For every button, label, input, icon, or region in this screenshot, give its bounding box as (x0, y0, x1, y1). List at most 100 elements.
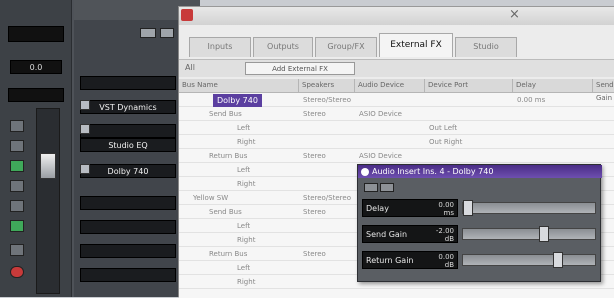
read-button[interactable] (10, 180, 24, 192)
input-slot[interactable] (8, 88, 64, 102)
insert-slot-5[interactable]: Dolby 740 (80, 164, 176, 178)
tab-group-fx[interactable]: Group/FX (315, 37, 377, 57)
audio-device-cell: ASIO Device (359, 152, 402, 160)
tab-inputs[interactable]: Inputs (189, 37, 251, 57)
table-row[interactable]: Left Out Left (179, 123, 614, 135)
window-titlebar: × (179, 7, 614, 25)
audio-device-cell: ASIO Device (359, 110, 402, 118)
device-port-cell: Out Left (429, 124, 458, 132)
bus-name: Right (237, 180, 256, 188)
record-button[interactable] (10, 266, 24, 278)
bus-name: Return Bus (209, 250, 248, 258)
column-header[interactable]: Bus Name (179, 79, 299, 93)
insert-slot-9[interactable] (80, 268, 176, 282)
channel-strip: 0.0 (0, 0, 72, 297)
insert-slot-7[interactable] (80, 220, 176, 234)
plugin-power-icon[interactable] (361, 168, 369, 176)
table-row[interactable]: Dolby 740 Stereo/Stereo 0.00 ms (179, 94, 614, 107)
channel-name-field[interactable] (8, 26, 64, 42)
table-row[interactable]: Return Bus Stereo ASIO Device (179, 151, 614, 163)
param-name: Send Gain (366, 230, 408, 239)
bus-name: Send Bus (209, 110, 242, 118)
table-row[interactable]: Right Out Right (179, 137, 614, 149)
speakers-cell: Stereo (303, 110, 326, 118)
plugin-title: Audio Insert Ins. 4 - Dolby 740 (358, 165, 602, 178)
vst-connections-window: × Inputs Outputs Group/FX External FX St… (178, 6, 614, 298)
param-value[interactable]: -2.00 dB (436, 227, 454, 243)
table-row[interactable]: Send Bus Stereo ASIO Device (179, 109, 614, 121)
param-value[interactable]: 0.00 ms (438, 201, 454, 217)
write-button[interactable] (10, 200, 24, 212)
bus-name: Return Bus (209, 152, 248, 160)
bus-name-badge: Dolby 740 (213, 94, 262, 107)
solo-button[interactable] (10, 140, 24, 152)
close-icon[interactable]: × (509, 7, 520, 22)
plugin-editor-window: Audio Insert Ins. 4 - Dolby 740 Delay 0.0… (357, 164, 602, 282)
param-slider[interactable] (462, 200, 596, 216)
column-header[interactable]: Audio Device (355, 79, 425, 93)
bus-name: Right (237, 278, 256, 286)
param-label: Return Gain 0.00 dB (362, 251, 458, 269)
fader-track (36, 108, 60, 294)
bus-name: Left (237, 222, 251, 230)
tab-studio[interactable]: Studio (455, 37, 517, 57)
insert-slot-2[interactable]: VST Dynamics (80, 100, 176, 114)
tab-external-fx[interactable]: External FX (379, 33, 453, 57)
param-slider[interactable] (462, 226, 596, 242)
param-unit: dB (444, 235, 454, 243)
toolbar: All Add External FX (179, 59, 614, 77)
insert-slot-4[interactable]: Studio EQ (80, 138, 176, 152)
bus-name: Left (237, 166, 251, 174)
bypass-icon[interactable] (80, 124, 90, 134)
param-unit: ms (443, 209, 454, 217)
bypass-icon[interactable] (80, 100, 90, 110)
param-label: Send Gain -2.00 dB (362, 225, 458, 243)
plugin-params: Delay 0.00 ms Send Gain -2.00 dB Return Gain 0.… (358, 199, 602, 279)
pan-value[interactable]: 0.0 (10, 60, 62, 74)
tab-outputs[interactable]: Outputs (253, 37, 313, 57)
param-unit: dB (444, 261, 454, 269)
listen-button[interactable] (10, 244, 24, 256)
strip-option-button[interactable] (140, 28, 156, 38)
column-header[interactable]: Send Gain (593, 79, 614, 102)
strip-option-button[interactable] (160, 28, 174, 38)
plugin-bypass-button[interactable] (364, 183, 378, 192)
insert-slot-1[interactable] (80, 76, 176, 90)
column-header[interactable]: Speakers (299, 79, 355, 93)
param-name: Return Gain (366, 256, 414, 265)
speakers-cell: Stereo (303, 152, 326, 160)
bus-name: Right (237, 236, 256, 244)
volume-fader[interactable] (40, 153, 56, 179)
bus-name: Yellow SW (193, 194, 229, 202)
bus-name: Left (237, 264, 251, 272)
mixer-panel: 0.0 VST Dynamics Studio EQ Dolby 740 (0, 0, 200, 297)
slider-handle[interactable] (539, 226, 549, 242)
param-value[interactable]: 0.00 dB (438, 253, 454, 269)
param-slider[interactable] (462, 252, 596, 268)
speakers-cell: Stereo (303, 208, 326, 216)
expand-all-toggle[interactable]: All (185, 63, 195, 72)
edit-button[interactable] (10, 220, 24, 232)
param-value-number: 0.00 (438, 253, 454, 261)
monitor-button[interactable] (10, 160, 24, 172)
insert-slot-3[interactable] (80, 124, 176, 138)
insert-slot-6[interactable] (80, 196, 176, 210)
param-value-number: 0.00 (438, 201, 454, 209)
param-name: Delay (366, 204, 389, 213)
plugin-settings-button[interactable] (380, 183, 394, 192)
speakers-cell: Stereo/Stereo (303, 194, 351, 202)
bypass-icon[interactable] (80, 164, 90, 174)
delay-cell: 0.00 ms (517, 96, 546, 104)
bus-name: Left (237, 124, 251, 132)
mute-button[interactable] (10, 120, 24, 132)
column-header[interactable]: Device Port (425, 79, 513, 93)
device-port-cell: Out Right (429, 138, 463, 146)
slider-handle[interactable] (463, 200, 473, 216)
tab-bar: Inputs Outputs Group/FX External FX Stud… (189, 33, 609, 57)
insert-slot-8[interactable] (80, 244, 176, 258)
column-header[interactable]: Delay (513, 79, 593, 93)
bus-name: Send Bus (209, 208, 242, 216)
param-value-number: -2.00 (435, 227, 454, 235)
add-external-fx-button[interactable]: Add External FX (245, 62, 355, 75)
slider-handle[interactable] (553, 252, 563, 268)
